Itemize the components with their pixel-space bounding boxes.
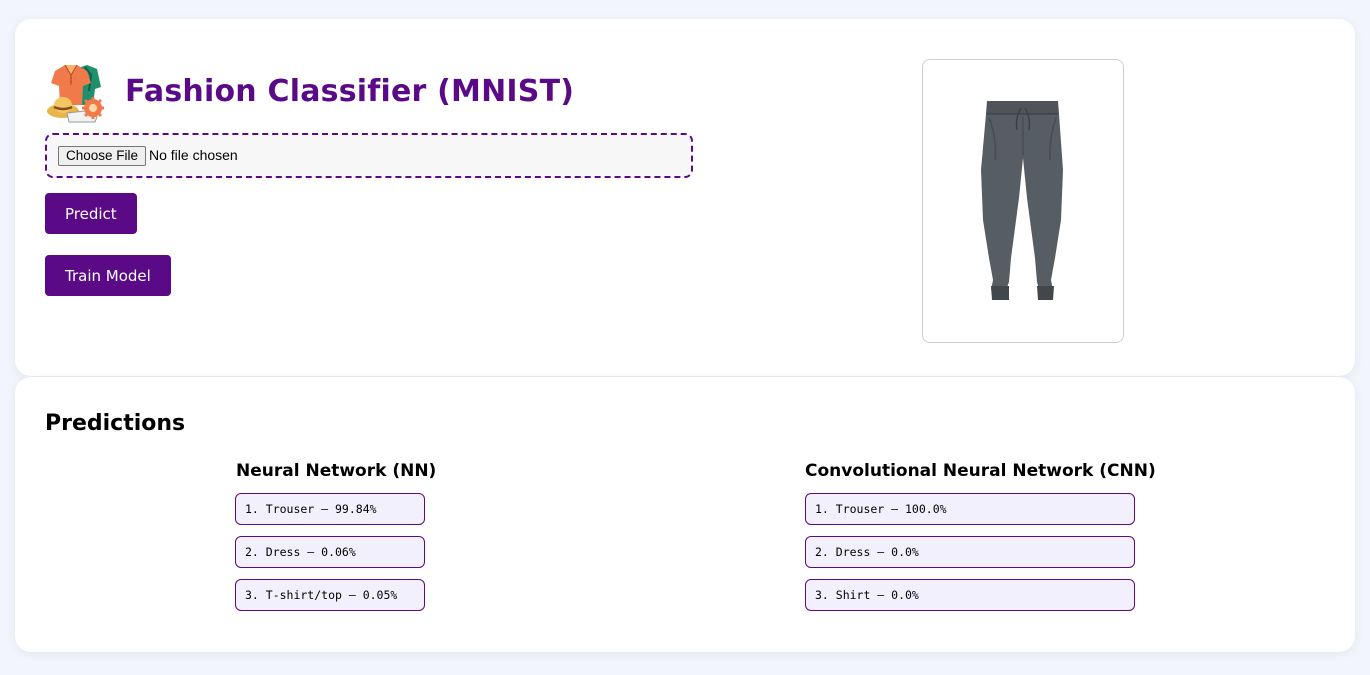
predictions-card: Predictions Neural Network (NN) 1. Trous… <box>15 377 1355 652</box>
cnn-prediction-1: 1. Trouser — 100.0% <box>805 493 1135 525</box>
image-preview <box>922 59 1124 343</box>
trouser-image <box>981 101 1063 300</box>
cnn-prediction-2: 2. Dress — 0.0% <box>805 536 1135 568</box>
nn-prediction-2: 2. Dress — 0.06% <box>235 536 425 568</box>
cnn-title: Convolutional Neural Network (CNN) <box>805 461 1156 481</box>
nn-prediction-3: 3. T-shirt/top — 0.05% <box>235 579 425 611</box>
train-model-button[interactable]: Train Model <box>45 255 171 296</box>
file-status-text: No file chosen <box>149 147 238 163</box>
choose-file-button[interactable]: Choose File <box>58 146 147 166</box>
nn-title: Neural Network (NN) <box>236 461 437 481</box>
upload-card: Fashion Classifier (MNIST) Choose File N… <box>15 19 1355 376</box>
file-upload-area[interactable]: Choose File No file chosen <box>45 133 693 178</box>
cnn-prediction-3: 3. Shirt — 0.0% <box>805 579 1135 611</box>
predictions-title: Predictions <box>45 411 186 436</box>
nn-prediction-list: 1. Trouser — 99.84% 2. Dress — 0.06% 3. … <box>235 493 425 622</box>
app-title: Fashion Classifier (MNIST) <box>125 74 575 109</box>
cnn-prediction-list: 1. Trouser — 100.0% 2. Dress — 0.0% 3. S… <box>805 493 1135 622</box>
clothing-icon <box>45 61 109 123</box>
nn-prediction-1: 1. Trouser — 99.84% <box>235 493 425 525</box>
predict-button[interactable]: Predict <box>45 193 137 234</box>
